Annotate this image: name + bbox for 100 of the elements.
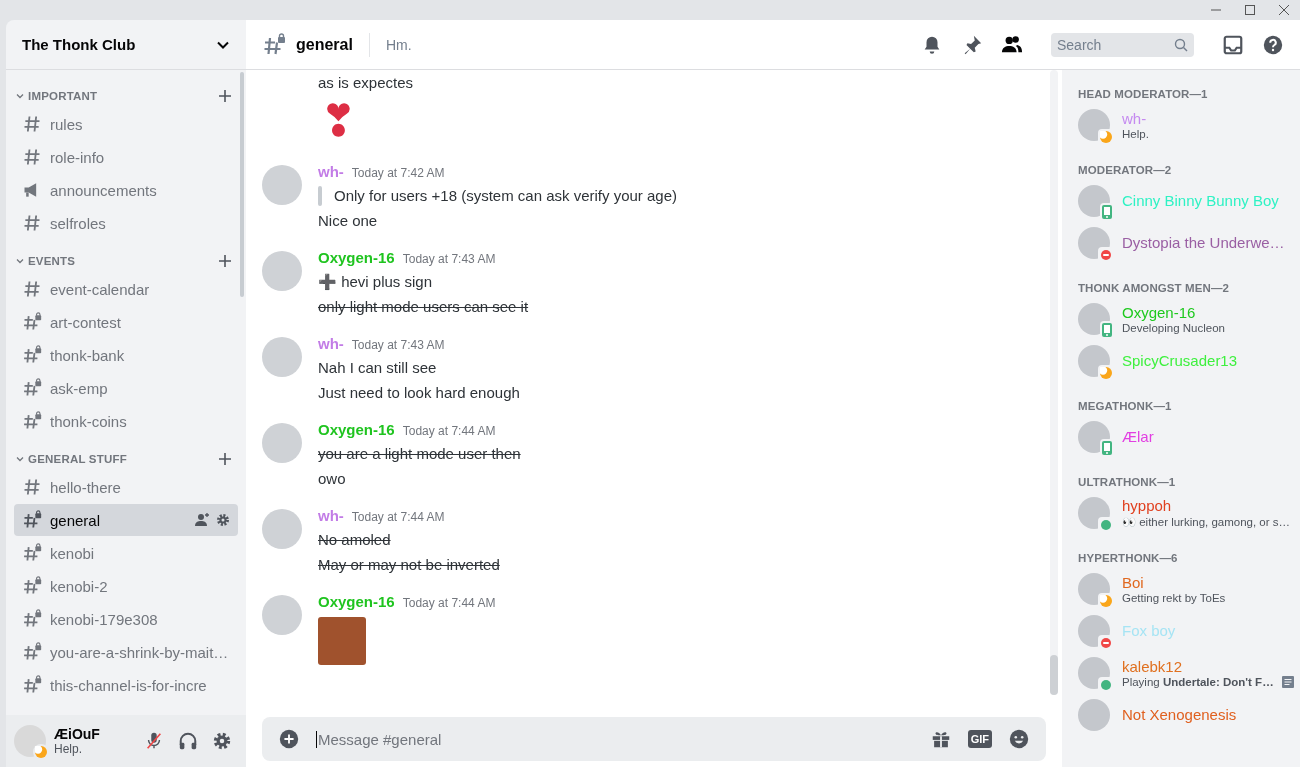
member-name: SpicyCrusader13 xyxy=(1122,352,1238,370)
plus-icon[interactable] xyxy=(218,254,232,268)
member-name: Ælar xyxy=(1122,428,1154,446)
member-item[interactable]: kalebk12 Playing Undertale: Don't F… xyxy=(1078,652,1292,694)
message-text: owo xyxy=(318,469,346,489)
channel-item[interactable]: rules xyxy=(14,108,238,140)
channel-item[interactable]: ask-emp xyxy=(14,372,238,404)
caret-icon[interactable] xyxy=(16,257,24,265)
locked-hash-icon xyxy=(22,576,42,596)
message-input[interactable]: Message #general GIF xyxy=(262,717,1046,761)
muted-microphone-icon[interactable] xyxy=(144,731,164,751)
member-name: hyppoh xyxy=(1122,497,1173,515)
search-icon[interactable] xyxy=(1174,37,1188,52)
channel-item[interactable]: kenobi-2 xyxy=(14,570,238,602)
scrollbar-thumb[interactable] xyxy=(1050,655,1058,695)
channel-item[interactable]: thonk-bank xyxy=(14,339,238,371)
channel-name: kenobi-179e308 xyxy=(50,610,159,628)
invite-person-icon[interactable] xyxy=(194,512,210,528)
caret-icon[interactable] xyxy=(16,92,24,100)
author-name[interactable]: Oxygen-16 xyxy=(318,593,395,610)
channel-item[interactable]: role-info xyxy=(14,141,238,173)
message-timestamp: Today at 7:44 AM xyxy=(402,424,496,438)
member-item[interactable]: Boi Getting rekt by ToEs xyxy=(1078,568,1292,610)
channel-item[interactable]: kenobi xyxy=(14,537,238,569)
member-group-title: THONK AMONGST MEN—2 xyxy=(1078,282,1230,294)
author-name[interactable]: wh- xyxy=(318,507,344,524)
gif-button[interactable]: GIF xyxy=(967,730,992,748)
member-group-title: MEGATHONK—1 xyxy=(1078,400,1173,412)
hash-icon xyxy=(22,213,42,233)
channel-item[interactable]: you-are-a-shrink-by-mait… xyxy=(14,636,238,668)
member-activity: 👀 either lurking, gamong, or s… xyxy=(1122,515,1291,529)
author-name[interactable]: Oxygen-16 xyxy=(318,249,395,266)
member-name: Boi xyxy=(1122,574,1145,592)
author-name[interactable]: Oxygen-16 xyxy=(318,421,395,438)
inbox-icon[interactable] xyxy=(1222,33,1244,56)
category-name[interactable]: GENERAL STUFF xyxy=(28,453,218,465)
message-timestamp: Today at 7:42 AM xyxy=(351,166,445,180)
channel-item[interactable]: kenobi-179e308 xyxy=(14,603,238,635)
settings-icon[interactable] xyxy=(212,731,232,751)
author-name[interactable]: wh- xyxy=(318,335,344,352)
locked-hash-icon xyxy=(22,543,42,563)
idle-status-icon xyxy=(1100,595,1112,607)
message-timestamp: Today at 7:43 AM xyxy=(402,252,496,266)
channel-item[interactable]: this-channel-is-for-incre xyxy=(14,669,238,701)
scrollbar[interactable] xyxy=(240,72,244,297)
channel-item[interactable]: hello-there xyxy=(14,471,238,503)
member-item[interactable]: hyppoh 👀 either lurking, gamong, or s… xyxy=(1078,492,1292,534)
channel-item[interactable]: art-contest xyxy=(14,306,238,338)
locked-hash-icon xyxy=(22,675,42,695)
channel-name: you-are-a-shrink-by-mait… xyxy=(50,643,230,661)
message-timestamp: Today at 7:44 AM xyxy=(402,596,496,610)
channel-name: kenobi xyxy=(50,544,96,562)
author-name[interactable]: wh- xyxy=(318,163,344,180)
message-text: Nah I can still see xyxy=(318,358,437,378)
member-item[interactable]: Dystopia the Underwe… xyxy=(1078,222,1292,264)
heart-exclamation-emoji: ❣ xyxy=(319,95,357,147)
message-text: No amoled xyxy=(318,530,391,550)
message-text: May or may not be inverted xyxy=(318,555,500,575)
channel-item[interactable]: general xyxy=(14,504,238,536)
channel-item[interactable]: selfroles xyxy=(14,207,238,239)
channel-name: thonk-bank xyxy=(50,346,126,364)
maximize-icon[interactable] xyxy=(1244,4,1256,16)
member-item[interactable]: wh- Help. xyxy=(1078,104,1292,146)
member-name: Cinny Binny Bunny Boy xyxy=(1122,192,1279,210)
member-item[interactable]: Ælar xyxy=(1078,416,1292,458)
close-icon[interactable] xyxy=(1278,4,1290,16)
member-item[interactable]: Not Xenogenesis xyxy=(1078,694,1292,736)
idle-status-icon xyxy=(35,746,47,758)
channel-item[interactable]: announcements xyxy=(14,174,238,206)
idle-status-icon xyxy=(1100,367,1112,379)
category-name[interactable]: EVENTS xyxy=(28,255,218,267)
caret-icon[interactable] xyxy=(16,455,24,463)
channel-name: general xyxy=(50,511,102,529)
channel-name: thonk-coins xyxy=(50,412,128,430)
hash-icon xyxy=(22,477,42,497)
settings-icon[interactable] xyxy=(216,513,230,527)
emoji-icon[interactable] xyxy=(1008,728,1030,750)
member-item[interactable]: Oxygen-16 Developing Nucleon xyxy=(1078,298,1292,340)
help-icon[interactable] xyxy=(1262,33,1284,56)
channel-item[interactable]: event-calendar xyxy=(14,273,238,305)
message-text: Nice one xyxy=(318,211,378,231)
user-name: ÆiOuF xyxy=(54,726,101,742)
scrollbar[interactable] xyxy=(1050,70,1058,695)
search-field[interactable]: Search xyxy=(1051,32,1194,57)
headphones-icon[interactable] xyxy=(178,731,198,751)
channel-name: this-channel-is-for-incre xyxy=(50,676,208,694)
message-text: as is expectes xyxy=(318,73,414,93)
locked-hash-icon xyxy=(22,411,42,431)
channel-item[interactable]: thonk-coins xyxy=(14,405,238,437)
user-status-text: Help. xyxy=(54,742,83,756)
message-timestamp: Today at 7:43 AM xyxy=(351,338,445,352)
member-group-title: HYPERTHONK—6 xyxy=(1078,552,1179,564)
plus-icon[interactable] xyxy=(218,89,232,103)
locked-hash-icon xyxy=(22,312,42,332)
category-name[interactable]: IMPORTANT xyxy=(28,90,218,102)
channel-topic: Hm. xyxy=(385,36,413,53)
plus-circle-icon[interactable] xyxy=(278,728,300,750)
plus-icon[interactable] xyxy=(218,452,232,466)
message-text: ➕ hevi plus sign xyxy=(318,272,433,292)
rich-presence-icon[interactable] xyxy=(1281,676,1294,688)
